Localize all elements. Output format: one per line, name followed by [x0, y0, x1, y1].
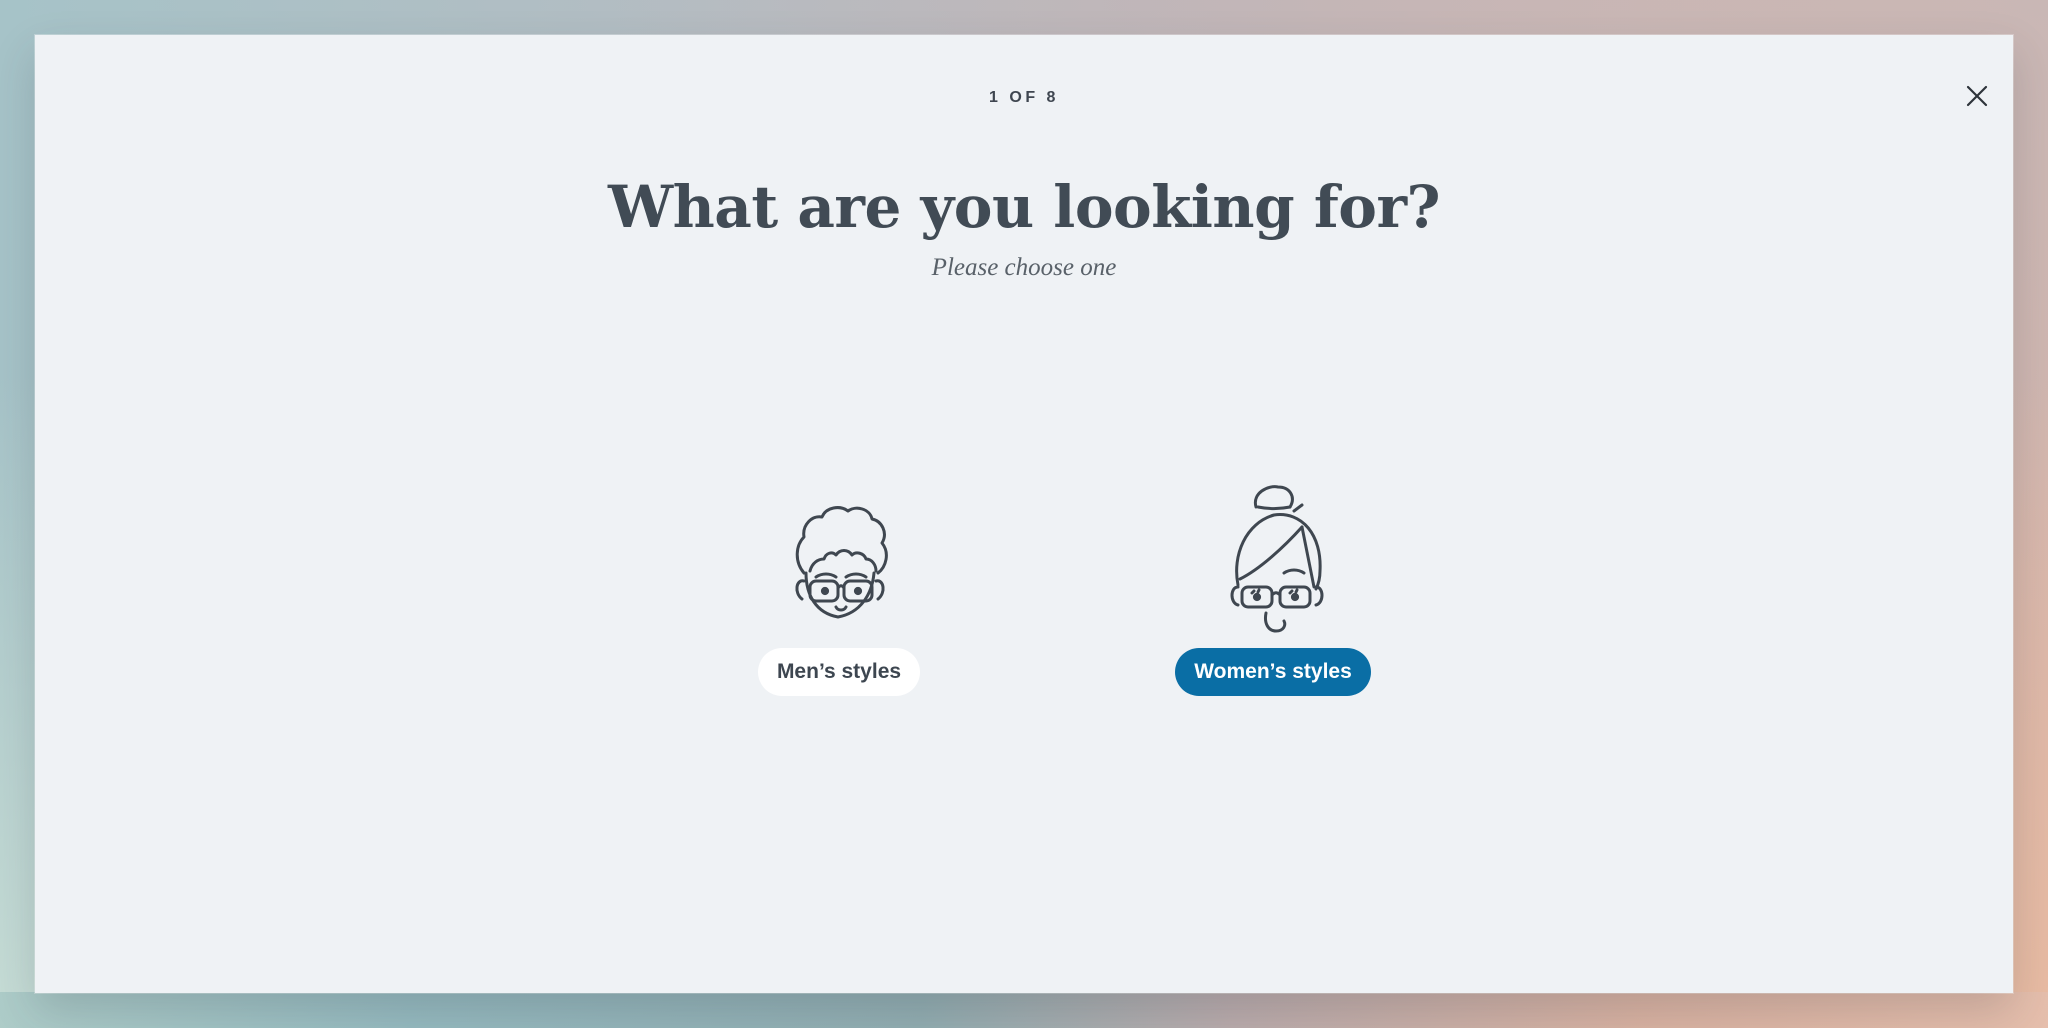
- option-women[interactable]: Women’s styles: [1143, 475, 1403, 696]
- option-men[interactable]: Men’s styles: [709, 475, 969, 696]
- close-icon: [1966, 85, 1988, 107]
- close-button[interactable]: [1963, 82, 1991, 110]
- page-title: What are you looking for?: [607, 173, 1441, 241]
- womens-styles-button[interactable]: Women’s styles: [1175, 648, 1371, 696]
- man-with-glasses-icon: [795, 506, 888, 619]
- woman-with-glasses-icon: [1230, 485, 1324, 633]
- page-subtitle: Please choose one: [931, 254, 1117, 281]
- page-backdrop: [0, 992, 2048, 1028]
- progress-indicator: 1 OF 8: [989, 89, 1059, 106]
- mens-styles-button[interactable]: Men’s styles: [757, 648, 921, 696]
- quiz-modal: 1 OF 8 What are you looking for? Please …: [35, 35, 2013, 993]
